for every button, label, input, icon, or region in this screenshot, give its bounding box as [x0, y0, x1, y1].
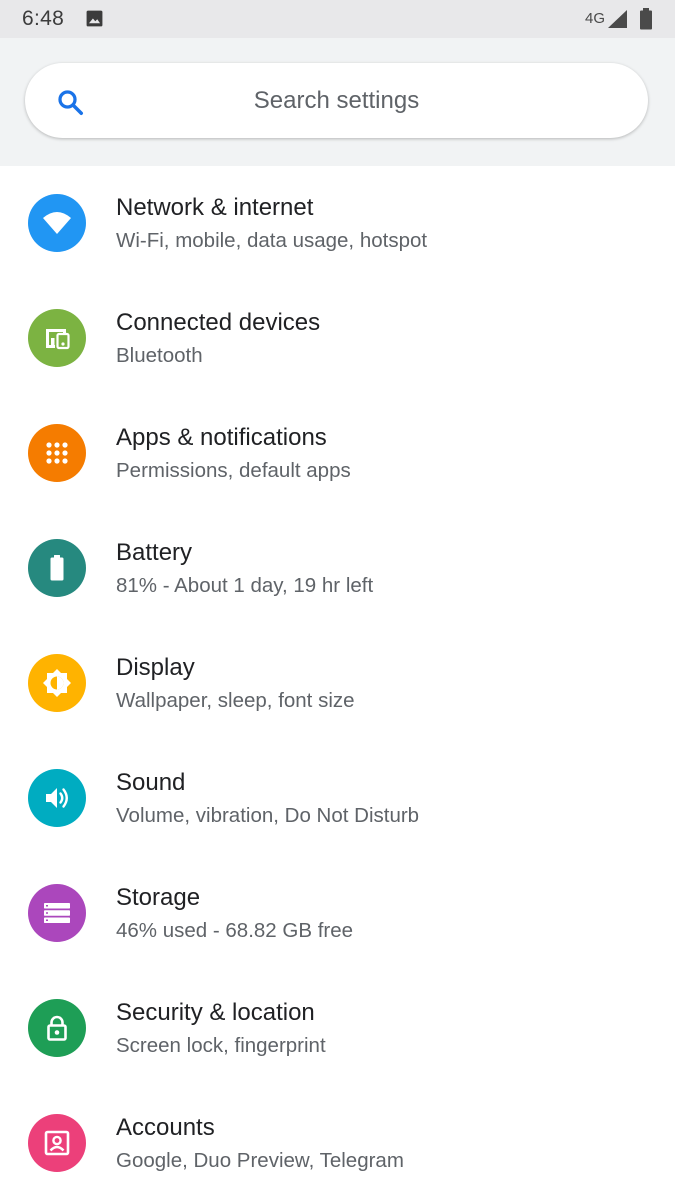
setting-battery[interactable]: Battery 81% - About 1 day, 19 hr left	[0, 511, 675, 626]
setting-title: Storage	[116, 884, 201, 911]
setting-subtitle: 46% used - 68.82 GB free	[116, 919, 354, 942]
search-input[interactable]: Search settings	[25, 87, 648, 115]
setting-subtitle: Bluetooth	[116, 344, 203, 367]
setting-title: Security & location	[116, 999, 315, 1026]
status-time: 6:48	[22, 7, 65, 30]
setting-subtitle: Permissions, default apps	[116, 459, 351, 482]
setting-apps-notifications[interactable]: Apps & notifications Permissions, defaul…	[0, 396, 675, 511]
signal-icon	[608, 10, 627, 28]
wifi-icon	[28, 194, 86, 252]
settings-list: Network & internet Wi-Fi, mobile, data u…	[0, 166, 675, 1201]
image-notification-icon	[86, 10, 103, 27]
setting-subtitle: Screen lock, fingerprint	[116, 1034, 326, 1057]
setting-subtitle: Volume, vibration, Do Not Disturb	[116, 804, 420, 827]
network-type: 4G	[585, 10, 606, 27]
setting-storage[interactable]: Storage 46% used - 68.82 GB free	[0, 856, 675, 971]
setting-subtitle: Google, Duo Preview, Telegram	[116, 1149, 404, 1172]
setting-subtitle: Wallpaper, sleep, font size	[116, 689, 355, 712]
status-bar: 6:48 4G	[0, 0, 675, 38]
setting-subtitle: 81% - About 1 day, 19 hr left	[116, 574, 374, 597]
account-box-icon	[28, 1114, 86, 1172]
setting-title: Apps & notifications	[116, 424, 327, 451]
setting-title: Connected devices	[116, 309, 321, 336]
setting-subtitle: Wi-Fi, mobile, data usage, hotspot	[116, 229, 428, 252]
setting-connected-devices[interactable]: Connected devices Bluetooth	[0, 281, 675, 396]
setting-display[interactable]: Display Wallpaper, sleep, font size	[0, 626, 675, 741]
search-area: Search settings	[0, 38, 675, 166]
battery-icon	[640, 8, 652, 30]
lock-icon	[28, 999, 86, 1057]
volume-icon	[28, 769, 86, 827]
setting-title: Accounts	[116, 1114, 215, 1141]
setting-title: Battery	[116, 539, 193, 566]
setting-security-location[interactable]: Security & location Screen lock, fingerp…	[0, 971, 675, 1086]
devices-icon	[28, 309, 86, 367]
storage-icon	[28, 884, 86, 942]
setting-network-internet[interactable]: Network & internet Wi-Fi, mobile, data u…	[0, 166, 675, 281]
setting-sound[interactable]: Sound Volume, vibration, Do Not Disturb	[0, 741, 675, 856]
brightness-icon	[28, 654, 86, 712]
setting-title: Network & internet	[116, 194, 314, 221]
search-bar[interactable]: Search settings	[25, 63, 648, 138]
battery-icon	[28, 539, 86, 597]
setting-title: Sound	[116, 769, 186, 796]
setting-accounts[interactable]: Accounts Google, Duo Preview, Telegram	[0, 1086, 675, 1201]
setting-title: Display	[116, 654, 195, 681]
apps-grid-icon	[28, 424, 86, 482]
